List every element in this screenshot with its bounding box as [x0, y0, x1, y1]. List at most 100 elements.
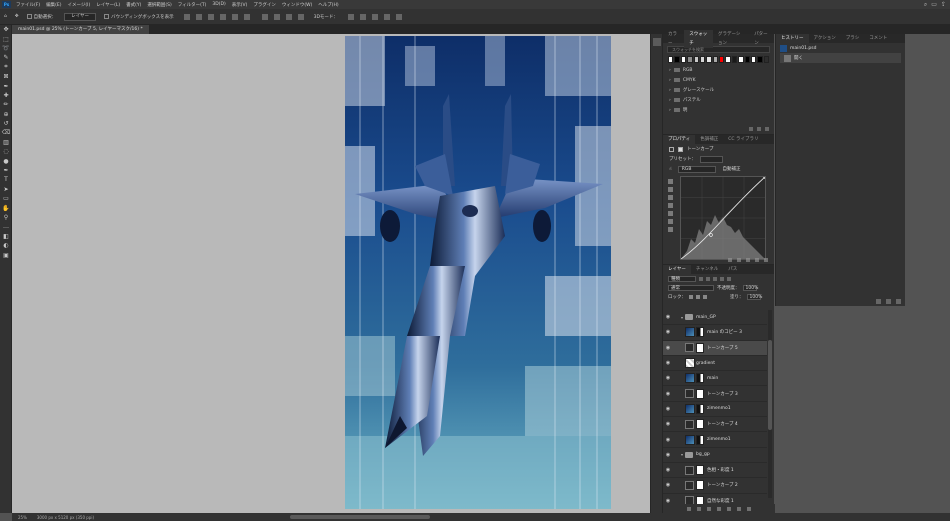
menu-layer[interactable]: レイヤー(L) — [93, 2, 123, 8]
move-icon[interactable]: ✥ — [0, 25, 12, 34]
history-state-open[interactable]: 開く — [780, 53, 901, 63]
layer-row[interactable]: ◉ トーンカーブ 4 — [663, 417, 767, 433]
share-icon[interactable]: ⇪ — [941, 1, 946, 9]
layer-row[interactable]: ◉ gradient — [663, 356, 767, 372]
tab-paths[interactable]: パス — [723, 265, 742, 274]
swatch[interactable] — [712, 56, 718, 63]
tab-comments[interactable]: コメント — [864, 34, 892, 43]
hand-icon[interactable]: ✋ — [0, 203, 12, 212]
swatch[interactable] — [725, 56, 731, 63]
swatch[interactable] — [699, 56, 706, 63]
lasso-icon[interactable]: ➰ — [0, 44, 12, 53]
eyedropper-icon[interactable]: ✒ — [0, 81, 12, 90]
swatch[interactable] — [744, 56, 750, 63]
swatch[interactable] — [674, 56, 680, 63]
layer-style-icon[interactable] — [697, 506, 701, 511]
tab-swatches[interactable]: スウォッチ — [684, 29, 713, 48]
quick-select-icon[interactable]: ✎ — [0, 53, 12, 62]
layer-row[interactable]: ◉ main — [663, 371, 767, 387]
workspace-icon[interactable]: ▭ — [931, 1, 937, 9]
menu-file[interactable]: ファイル(F) — [13, 2, 43, 8]
visibility-eye-icon[interactable] — [755, 257, 759, 262]
tab-actions[interactable]: アクション — [809, 34, 841, 43]
tab-patterns[interactable]: パターン — [749, 30, 774, 48]
move-tool-icon[interactable]: ✥ — [15, 14, 19, 19]
healing-icon[interactable]: ✚ — [0, 91, 12, 100]
path-select-icon[interactable]: ➤ — [0, 185, 12, 194]
link-layers-icon[interactable] — [687, 506, 691, 511]
auto-button[interactable]: 自動補正 — [722, 166, 740, 172]
tab-brushes[interactable]: ブラシ — [841, 34, 864, 43]
layer-mask-thumbnail[interactable] — [696, 465, 704, 476]
tab-gradients[interactable]: グラデーション — [713, 30, 749, 48]
new-layer-icon[interactable] — [737, 506, 741, 511]
shape-icon[interactable]: ▭ — [0, 194, 12, 203]
layer-mask-thumbnail[interactable] — [696, 373, 704, 384]
layer-mask-thumbnail[interactable] — [696, 388, 704, 399]
layer-row[interactable]: ◉ トーンカーブ 2 — [663, 478, 767, 494]
swatch[interactable] — [687, 56, 693, 63]
mask-icon[interactable] — [678, 146, 683, 152]
marquee-icon[interactable]: ⬚ — [0, 34, 12, 43]
opacity-input[interactable]: 100% — [742, 284, 758, 291]
blend-mode-dropdown[interactable]: 通常 — [668, 284, 714, 291]
layers-scrollbar[interactable] — [768, 310, 772, 498]
menu-plugins[interactable]: プラグイン — [250, 2, 279, 8]
type-icon[interactable]: T — [0, 175, 12, 184]
search-icon[interactable]: ⌕ — [924, 1, 927, 9]
eraser-icon[interactable]: ⌫ — [0, 128, 12, 137]
eyedropper-black-icon[interactable] — [668, 179, 673, 184]
menu-select[interactable]: 選択範囲(S) — [144, 2, 174, 8]
trash-icon[interactable] — [896, 299, 901, 304]
add-mask-icon[interactable] — [707, 506, 711, 511]
layer-row[interactable]: ◉ トーンカーブ 3 — [663, 386, 767, 402]
learn-panel-icon[interactable] — [653, 38, 661, 46]
tab-color[interactable]: カラー — [663, 30, 684, 48]
smooth-icon[interactable] — [668, 219, 673, 224]
trash-icon[interactable] — [764, 257, 768, 262]
horizontal-scrollbar[interactable] — [290, 515, 430, 519]
layer-mask-thumbnail[interactable] — [696, 480, 704, 491]
snapshot-camera-icon[interactable] — [886, 299, 891, 304]
history-snapshot[interactable]: main01.psd — [776, 43, 905, 53]
new-swatch-icon[interactable] — [757, 127, 761, 131]
screen-mode-icon[interactable]: ▣ — [0, 250, 12, 259]
adjustment-layer-icon[interactable] — [717, 506, 721, 511]
auto-select-checkbox[interactable] — [26, 14, 32, 19]
layer-row[interactable]: ◉ ▾ bg_gp — [663, 448, 767, 463]
menu-edit[interactable]: 編集(E) — [43, 2, 64, 8]
reset-icon[interactable] — [746, 257, 750, 262]
stamp-icon[interactable]: ⊕ — [0, 110, 12, 119]
colors-icon[interactable]: ◧ — [0, 232, 12, 241]
swatch[interactable] — [719, 56, 725, 63]
swatch[interactable] — [668, 56, 674, 63]
view-previous-icon[interactable] — [737, 257, 741, 262]
bbox-checkbox[interactable] — [104, 14, 110, 19]
curves-graph[interactable] — [680, 175, 767, 260]
document-tab[interactable]: main01.psd @ 25% (トーンカーブ 5, レイヤーマスク/16) … — [12, 25, 149, 34]
brush-icon[interactable]: ✏ — [0, 100, 12, 109]
artwork-fighter-jet[interactable] — [345, 36, 611, 509]
lock-all-icon[interactable] — [703, 294, 707, 299]
more-icon[interactable]: … — [0, 222, 12, 231]
swatch-group-pastel[interactable]: › パステル — [663, 95, 774, 105]
visibility-eye-icon[interactable]: ◉ — [663, 437, 673, 443]
blur-icon[interactable]: ◌ — [0, 147, 12, 156]
visibility-eye-icon[interactable]: ◉ — [663, 360, 673, 366]
tab-channels[interactable]: チャンネル — [691, 265, 723, 274]
layer-filter-dropdown[interactable]: 種類 — [668, 275, 696, 282]
expand-icon[interactable]: ▾ — [681, 315, 683, 320]
swatch[interactable] — [731, 56, 738, 63]
visibility-eye-icon[interactable]: ◉ — [663, 482, 673, 488]
visibility-eye-icon[interactable]: ◉ — [663, 345, 673, 351]
target-adjust-icon[interactable]: ☝ — [669, 167, 672, 172]
crop-icon[interactable]: ⌗ — [0, 63, 12, 72]
visibility-eye-icon[interactable]: ◉ — [663, 406, 673, 412]
visibility-eye-icon[interactable]: ◉ — [663, 467, 673, 473]
zoom-icon[interactable]: ⚲ — [0, 213, 12, 222]
swatch-group-gray[interactable]: › グレースケール — [663, 85, 774, 95]
3d-mode-icons[interactable] — [346, 13, 404, 20]
layer-row[interactable]: ◉ ▾ main_GP — [663, 310, 767, 326]
menu-3d[interactable]: 3D(D) — [209, 2, 228, 7]
tab-adjustments[interactable]: 色調補正 — [695, 135, 723, 144]
